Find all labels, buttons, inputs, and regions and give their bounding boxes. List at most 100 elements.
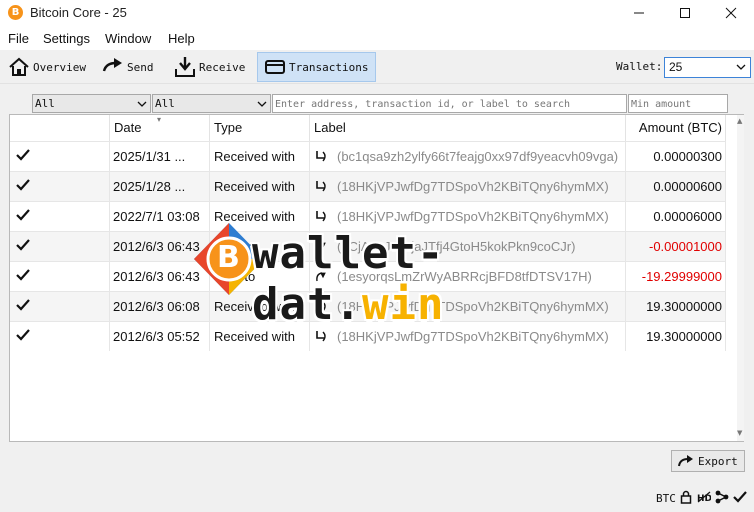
table-row[interactable]: 2012/6/3 06:08 Received with (18HKjVPJwfDg… xyxy=(10,291,726,321)
vertical-scrollbar[interactable]: ▲ ▼ xyxy=(737,115,744,441)
header-amount[interactable]: Amount (BTC) xyxy=(626,115,726,141)
address-label: (18HKjVPJwfDg7TDSpoVh2KBiTQny6hymMX) xyxy=(337,179,609,194)
overview-button[interactable]: Overview xyxy=(2,52,86,82)
received-arrow-icon xyxy=(316,301,326,312)
minimize-button[interactable] xyxy=(616,0,662,26)
received-arrow-icon xyxy=(316,211,326,222)
lock-icon xyxy=(679,489,693,505)
type-cell: Sent to xyxy=(210,262,310,291)
header-amount-label: Amount (BTC) xyxy=(638,120,722,135)
receive-tray-icon xyxy=(174,56,196,78)
date-filter[interactable]: All xyxy=(32,94,151,113)
address-label: (1CjA2LJUerjaJTfj4GtoH5kokPkn9coCJr) xyxy=(337,239,576,254)
maximize-button[interactable] xyxy=(662,0,708,26)
sent-arrow-icon xyxy=(316,272,326,282)
wallet-value: 25 xyxy=(669,60,683,74)
amount-cell: 0.00000300 xyxy=(626,142,726,171)
confirmed-check-icon xyxy=(16,239,30,251)
table-row[interactable]: 2025/1/31 ... Received with (bc1qsa9zh2ylf… xyxy=(10,141,726,171)
menu-help[interactable]: Help xyxy=(168,31,195,46)
header-label-label: Label xyxy=(314,120,346,135)
maximize-icon xyxy=(680,8,690,18)
confirmed-status-cell xyxy=(10,232,110,261)
table-header: Date Type Label Amount (BTC) ▾ xyxy=(10,115,726,141)
type-cell: Received with xyxy=(210,202,310,231)
amount-cell: -19.29999000 xyxy=(626,262,726,291)
date-cell: 2012/6/3 06:08 xyxy=(110,292,210,321)
amount-cell: 19.30000000 xyxy=(626,292,726,321)
chevron-down-icon xyxy=(257,101,267,107)
type-cell: Received with xyxy=(210,322,310,351)
receive-label: Receive xyxy=(199,60,246,74)
label-cell: (18HKjVPJwfDg7TDSpoVh2KBiTQny6hymMX) xyxy=(310,172,626,201)
menu-file[interactable]: File xyxy=(8,31,29,46)
send-arrow-icon xyxy=(102,56,124,78)
type-cell: Received with xyxy=(210,292,310,321)
export-button[interactable]: Export xyxy=(671,450,745,472)
confirmed-status-cell xyxy=(10,202,110,231)
window-title: Bitcoin Core - 25 xyxy=(30,5,127,20)
label-cell: (1esyorqsLmZrWyABRRcjBFD8tfDTSV17H) xyxy=(310,262,626,291)
scroll-up-icon[interactable]: ▲ xyxy=(737,117,742,125)
transactions-table[interactable]: Date Type Label Amount (BTC) ▾ 2025/1/31… xyxy=(9,114,744,442)
app-icon-glyph: B xyxy=(11,7,20,18)
send-label: Send xyxy=(127,60,154,74)
table-row[interactable]: 2022/7/1 03:08 Received with (18HKjVPJwfDg… xyxy=(10,201,726,231)
type-filter[interactable]: All xyxy=(152,94,271,113)
close-button[interactable] xyxy=(708,0,754,26)
header-label[interactable]: Label xyxy=(310,115,626,141)
address-label: (1esyorqsLmZrWyABRRcjBFD8tfDTSV17H) xyxy=(337,269,592,284)
header-type-label: Type xyxy=(214,120,243,135)
network-connections-icon[interactable] xyxy=(715,489,729,505)
confirmed-status-cell xyxy=(10,172,110,201)
unit-selector[interactable]: BTC xyxy=(656,492,676,505)
hd-disabled-icon: HD xyxy=(697,489,711,505)
label-cell: (18HKjVPJwfDg7TDSpoVh2KBiTQny6hymMX) xyxy=(310,202,626,231)
sent-arrow-icon xyxy=(316,242,326,252)
date-cell: 2025/1/28 ... xyxy=(110,172,210,201)
synced-check-icon xyxy=(733,489,747,505)
confirmed-check-icon xyxy=(16,149,30,161)
type-filter-value: All xyxy=(155,97,175,110)
confirmed-check-icon xyxy=(16,269,30,281)
amount-cell: -0.00001000 xyxy=(626,232,726,261)
table-row[interactable]: 2012/6/3 06:43 Sent to (1CjA2LJUerjaJTfj4G… xyxy=(10,231,726,261)
date-cell: 2012/6/3 06:43 xyxy=(110,232,210,261)
bitcoin-logo-icon: B xyxy=(8,5,23,20)
header-type[interactable]: Type xyxy=(210,115,310,141)
date-filter-value: All xyxy=(35,97,55,110)
received-arrow-icon xyxy=(316,151,326,162)
header-status[interactable] xyxy=(10,115,110,141)
chevron-down-icon xyxy=(137,101,147,107)
wallet-selector[interactable]: 25 xyxy=(664,57,751,78)
overview-label: Overview xyxy=(33,60,86,74)
amount-cell: 19.30000000 xyxy=(626,322,726,351)
date-cell: 2012/6/3 06:43 xyxy=(110,262,210,291)
header-date-label: Date xyxy=(114,120,142,135)
table-row[interactable]: 2012/6/3 06:43 Sent to (1esyorqsLmZrWyABRR… xyxy=(10,261,726,291)
date-cell: 2025/1/31 ... xyxy=(110,142,210,171)
min-amount-placeholder: Min amount xyxy=(631,99,692,110)
confirmed-check-icon xyxy=(16,299,30,311)
tab-transactions[interactable]: Transactions xyxy=(257,52,376,82)
type-cell: Sent to xyxy=(210,232,310,261)
search-input[interactable]: Enter address, transaction id, or label … xyxy=(272,94,627,113)
send-button[interactable]: Send xyxy=(96,52,160,82)
scroll-down-icon[interactable]: ▼ xyxy=(737,429,742,437)
export-label: Export xyxy=(698,454,738,468)
menu-window[interactable]: Window xyxy=(105,31,151,46)
min-amount-input[interactable]: Min amount xyxy=(628,94,728,113)
table-row[interactable]: 2012/6/3 05:52 Received with (18HKjVPJwfDg… xyxy=(10,321,726,351)
chevron-down-icon xyxy=(736,64,746,70)
address-label: (18HKjVPJwfDg7TDSpoVh2KBiTQny6hymMX) xyxy=(337,209,609,224)
credit-card-icon xyxy=(264,56,286,78)
status-bar: BTC HD xyxy=(0,486,754,512)
confirmed-check-icon xyxy=(16,209,30,221)
transactions-label: Transactions xyxy=(289,60,369,74)
close-icon xyxy=(725,7,737,19)
confirmed-status-cell xyxy=(10,142,110,171)
table-row[interactable]: 2025/1/28 ... Received with (18HKjVPJwfDg7… xyxy=(10,171,726,201)
confirmed-status-cell xyxy=(10,322,110,351)
receive-button[interactable]: Receive xyxy=(168,52,248,82)
menu-settings[interactable]: Settings xyxy=(43,31,90,46)
